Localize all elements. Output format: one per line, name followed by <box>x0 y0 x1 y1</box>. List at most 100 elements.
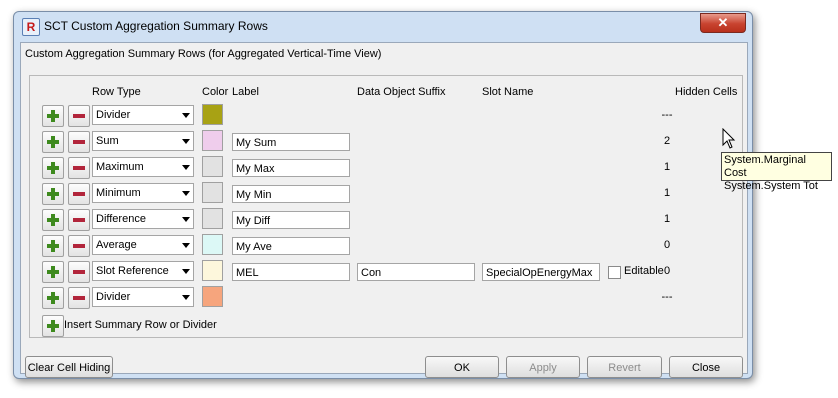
row-type-select[interactable]: Minimum <box>92 183 194 203</box>
color-swatch[interactable] <box>202 104 223 125</box>
editable-checkbox[interactable] <box>608 266 621 279</box>
summary-row: Divider --- <box>30 104 742 128</box>
color-swatch[interactable] <box>202 130 223 151</box>
color-swatch[interactable] <box>202 260 223 281</box>
color-swatch[interactable] <box>202 182 223 203</box>
add-row-button[interactable] <box>42 209 64 231</box>
header-label: Label <box>232 86 259 98</box>
insert-row-button[interactable] <box>42 315 64 337</box>
row-type-value: Difference <box>96 213 146 225</box>
summary-row: Minimum My Min 1 <box>30 182 742 206</box>
color-swatch[interactable] <box>202 208 223 229</box>
suffix-value: Con <box>361 267 382 279</box>
row-type-select[interactable]: Difference <box>92 209 194 229</box>
hidden-cells-tooltip: System.Marginal Cost System.System Tot <box>721 152 832 192</box>
label-value: MEL <box>236 267 259 279</box>
label-field[interactable]: My Min <box>232 185 350 203</box>
color-swatch[interactable] <box>202 286 223 307</box>
delete-row-button[interactable] <box>68 131 90 153</box>
label-value: My Sum <box>236 137 277 149</box>
row-type-value: Average <box>96 239 137 251</box>
header-color: Color <box>202 86 229 98</box>
hidden-cells-value[interactable]: --- <box>630 291 704 303</box>
revert-button[interactable]: Revert <box>587 356 662 378</box>
row-type-value: Slot Reference <box>96 265 169 277</box>
slot-name-value: SpecialOpEnergyMax <box>486 267 593 279</box>
delete-row-button[interactable] <box>68 209 90 231</box>
add-row-button[interactable] <box>42 157 64 179</box>
ok-button[interactable]: OK <box>425 356 499 378</box>
chevron-down-icon[interactable] <box>182 113 190 118</box>
slot-name-field[interactable]: SpecialOpEnergyMax <box>482 263 600 281</box>
add-row-button[interactable] <box>42 235 64 257</box>
add-row-button[interactable] <box>42 287 64 309</box>
row-type-select[interactable]: Average <box>92 235 194 255</box>
delete-row-button[interactable] <box>68 235 90 257</box>
chevron-down-icon[interactable] <box>182 191 190 196</box>
delete-row-button[interactable] <box>68 105 90 127</box>
row-type-select[interactable]: Slot Reference <box>92 261 194 281</box>
chevron-down-icon[interactable] <box>182 243 190 248</box>
add-row-button[interactable] <box>42 105 64 127</box>
row-type-select[interactable]: Divider <box>92 105 194 125</box>
summary-row: Average My Ave 0 <box>30 234 742 258</box>
dialog-subtitle: Custom Aggregation Summary Rows (for Agg… <box>25 48 382 60</box>
tooltip-line-1: System.Marginal Cost <box>724 154 806 179</box>
delete-row-button[interactable] <box>68 287 90 309</box>
delete-row-button[interactable] <box>68 261 90 283</box>
hidden-cells-value[interactable]: 1 <box>630 187 704 199</box>
label-value: My Ave <box>236 241 272 253</box>
label-field[interactable]: MEL <box>232 263 350 281</box>
insert-row: Insert Summary Row or Divider <box>30 314 742 338</box>
summary-row: Difference My Diff 1 <box>30 208 742 232</box>
add-row-button[interactable] <box>42 183 64 205</box>
header-slot-name: Slot Name <box>482 86 534 98</box>
summary-row: Slot Reference MEL Con SpecialOpEnergyMax Ed… <box>30 260 742 284</box>
summary-row: Maximum My Max 1 <box>30 156 742 180</box>
window-title: SCT Custom Aggregation Summary Rows <box>44 19 268 33</box>
chevron-down-icon[interactable] <box>182 165 190 170</box>
insert-row-label: Insert Summary Row or Divider <box>64 319 217 331</box>
clear-cell-hiding-button[interactable]: Clear Cell Hiding <box>25 356 113 378</box>
hidden-cells-value[interactable]: 1 <box>630 161 704 173</box>
summary-row: Divider --- <box>30 286 742 310</box>
row-type-value: Divider <box>96 109 131 121</box>
mouse-pointer-icon <box>722 128 736 149</box>
dialog-window: R SCT Custom Aggregation Summary Rows ✕ … <box>13 11 753 379</box>
row-type-value: Divider <box>96 291 131 303</box>
hidden-cells-value[interactable]: --- <box>630 109 704 121</box>
add-row-button[interactable] <box>42 261 64 283</box>
rows-panel: Row Type Color Label Data Object Suffix … <box>29 75 743 338</box>
chevron-down-icon[interactable] <box>182 295 190 300</box>
row-type-value: Maximum <box>96 161 144 173</box>
dialog-body: Custom Aggregation Summary Rows (for Agg… <box>20 42 748 378</box>
label-field[interactable]: My Ave <box>232 237 350 255</box>
row-type-select[interactable]: Divider <box>92 287 194 307</box>
label-field[interactable]: My Max <box>232 159 350 177</box>
chevron-down-icon[interactable] <box>182 269 190 274</box>
color-swatch[interactable] <box>202 234 223 255</box>
row-type-select[interactable]: Sum <box>92 131 194 151</box>
hidden-cells-value[interactable]: 1 <box>630 213 704 225</box>
label-field[interactable]: My Sum <box>232 133 350 151</box>
tooltip-line-2: System.System Tot <box>724 180 818 192</box>
hidden-cells-value[interactable]: 0 <box>630 239 704 251</box>
chevron-down-icon[interactable] <box>182 217 190 222</box>
delete-row-button[interactable] <box>68 183 90 205</box>
hidden-cells-value[interactable]: 0 <box>630 265 704 277</box>
title-bar: R SCT Custom Aggregation Summary Rows ✕ <box>14 12 752 42</box>
label-field[interactable]: My Diff <box>232 211 350 229</box>
label-value: My Min <box>236 189 272 201</box>
add-row-button[interactable] <box>42 131 64 153</box>
close-window-button[interactable]: ✕ <box>700 13 746 33</box>
hidden-cells-value[interactable]: 2 <box>630 135 704 147</box>
close-button[interactable]: Close <box>669 356 743 378</box>
app-icon: R <box>22 18 40 36</box>
row-type-select[interactable]: Maximum <box>92 157 194 177</box>
chevron-down-icon[interactable] <box>182 139 190 144</box>
apply-button[interactable]: Apply <box>506 356 580 378</box>
color-swatch[interactable] <box>202 156 223 177</box>
data-object-suffix-field[interactable]: Con <box>357 263 475 281</box>
header-hidden-cells: Hidden Cells <box>675 86 738 98</box>
delete-row-button[interactable] <box>68 157 90 179</box>
